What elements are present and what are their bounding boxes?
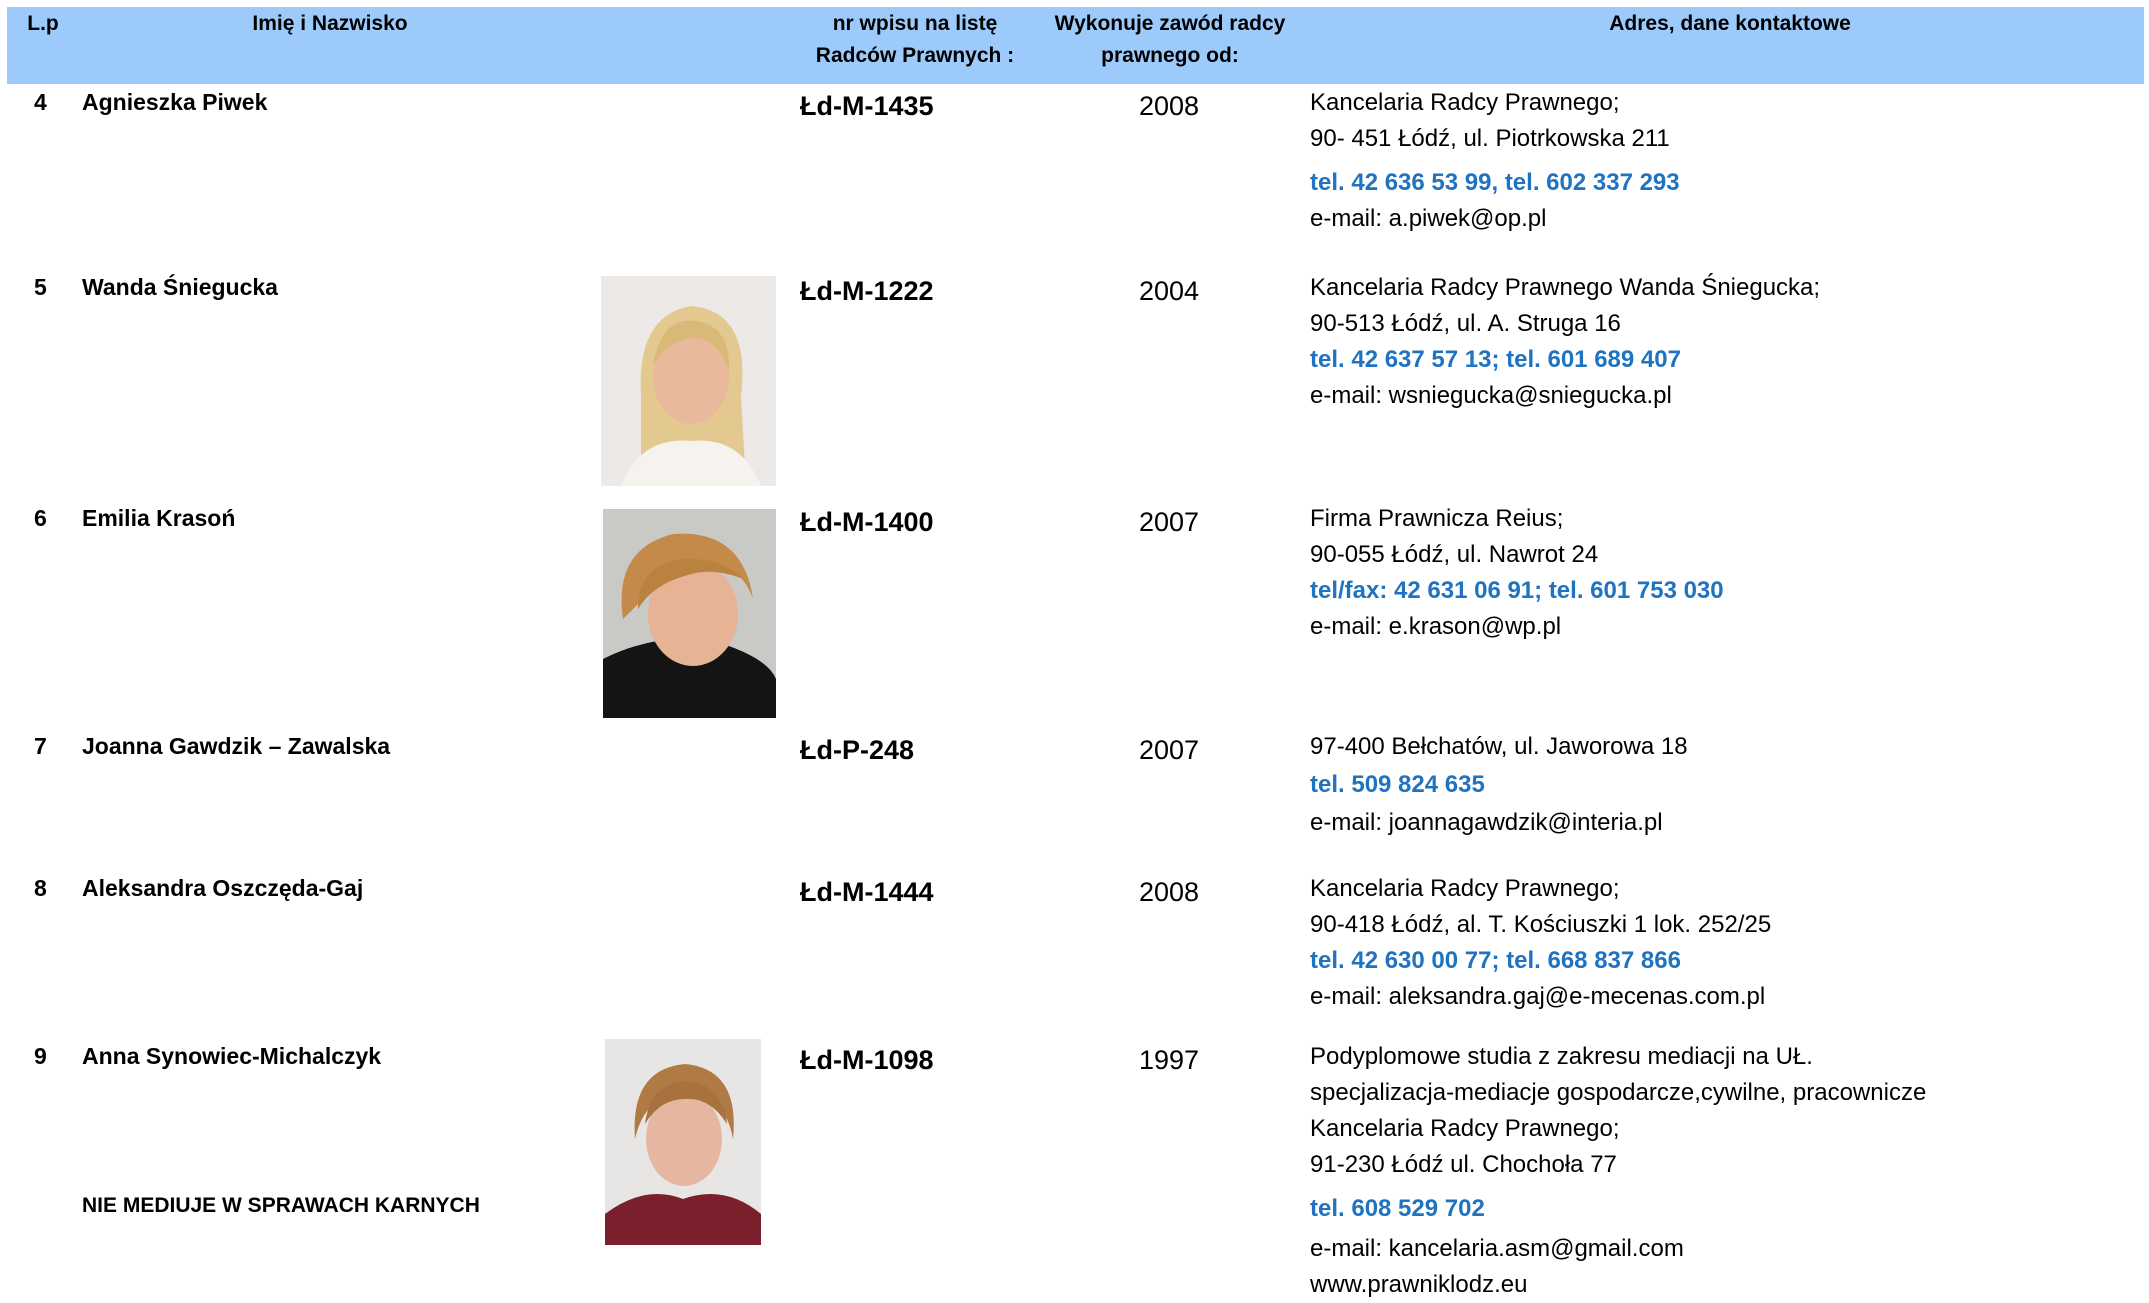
person-photo <box>605 1039 761 1245</box>
registry-number: Łd-M-1444 <box>800 877 934 907</box>
header-registry-number: nr wpisu na listę Radców Prawnych : <box>790 8 1040 72</box>
registry-number: Łd-M-1098 <box>800 1045 934 1075</box>
header-since-line1: Wykonuje zawód radcy <box>1054 12 1286 35</box>
address-line: 90-418 Łódź, al. T. Kościuszki 1 lok. 25… <box>1310 911 1772 938</box>
address-line: specjalizacja-mediacje gospodarcze,cywil… <box>1310 1079 1927 1106</box>
practicing-since-year: 2008 <box>1139 91 1200 121</box>
practicing-since-year: 2007 <box>1139 507 1200 537</box>
address-line: 97-400 Bełchatów, ul. Jaworowa 18 <box>1310 733 1688 760</box>
address-line: 90- 451 Łódź, ul. Piotrkowska 211 <box>1310 125 1670 152</box>
registry-number: Łd-P-248 <box>800 735 915 765</box>
phone-line: tel. 42 630 00 77; tel. 668 837 866 <box>1310 947 1681 974</box>
address-line: 90-055 Łódź, ul. Nawrot 24 <box>1310 541 1599 568</box>
contact-details: 97-400 Bełchatów, ul. Jaworowa 18 tel. 5… <box>1310 729 1688 841</box>
person-name: Aleksandra Oszczęda-Gaj <box>82 875 364 901</box>
address-line: 91-230 Łódź ul. Chochoła 77 <box>1310 1151 1617 1178</box>
contact-details: Podyplomowe studia z zakresu mediacji na… <box>1310 1039 1926 1303</box>
person-name: Anna Synowiec-Michalczyk <box>82 1043 382 1069</box>
address-line: Kancelaria Radcy Prawnego Wanda Śnieguck… <box>1310 274 1821 301</box>
practicing-since-year: 2007 <box>1139 735 1200 765</box>
address-line: Kancelaria Radcy Prawnego; <box>1310 875 1620 902</box>
person-name: Emilia Krasoń <box>82 505 236 531</box>
address-line: Kancelaria Radcy Prawnego; <box>1310 89 1620 116</box>
phone-line: tel. 608 529 702 <box>1310 1195 1485 1222</box>
address-line: 90-513 Łódź, ul. A. Struga 16 <box>1310 310 1621 337</box>
row-number: 6 <box>34 505 47 531</box>
header-practicing-since: Wykonuje zawód radcy prawnego od: <box>1040 8 1300 72</box>
row-number: 8 <box>34 875 47 901</box>
contact-details: Kancelaria Radcy Prawnego; 90-418 Łódź, … <box>1310 871 1771 1015</box>
header-contact: Adres, dane kontaktowe <box>1609 12 1851 35</box>
contact-details: Kancelaria Radcy Prawnego; 90- 451 Łódź,… <box>1310 85 1680 237</box>
email-line: e-mail: e.krason@wp.pl <box>1310 613 1562 640</box>
person-photo <box>603 509 776 718</box>
person-name: Wanda Śniegucka <box>82 274 278 300</box>
header-lp: L.p <box>27 12 59 35</box>
address-line: Podyplomowe studia z zakresu mediacji na… <box>1310 1043 1813 1070</box>
email-line: e-mail: joannagawdzik@interia.pl <box>1310 809 1663 836</box>
row-number: 9 <box>34 1043 47 1069</box>
email-line: e-mail: a.piwek@op.pl <box>1310 205 1547 232</box>
person-name: Joanna Gawdzik – Zawalska <box>82 733 391 759</box>
mediation-note: NIE MEDIUJE W SPRAWACH KARNYCH <box>82 1194 480 1217</box>
email-line: e-mail: aleksandra.gaj@e-mecenas.com.pl <box>1310 983 1766 1010</box>
header-since-line2: prawnego od: <box>1101 44 1239 67</box>
header-name: Imię i Nazwisko <box>252 12 408 35</box>
email-line: e-mail: kancelaria.asm@gmail.com <box>1310 1235 1684 1262</box>
contact-details: Kancelaria Radcy Prawnego Wanda Śnieguck… <box>1310 270 1820 414</box>
row-number: 7 <box>34 733 47 759</box>
person-photo <box>601 276 776 486</box>
registry-number: Łd-M-1435 <box>800 91 934 121</box>
address-line: Kancelaria Radcy Prawnego; <box>1310 1115 1620 1142</box>
practicing-since-year: 2008 <box>1139 877 1200 907</box>
header-registry-line1: nr wpisu na listę <box>832 12 998 35</box>
practicing-since-year: 2004 <box>1139 276 1200 306</box>
phone-line: tel/fax: 42 631 06 91; tel. 601 753 030 <box>1310 577 1724 604</box>
registry-number: Łd-M-1400 <box>800 507 934 537</box>
phone-line: tel. 42 637 57 13; tel. 601 689 407 <box>1310 346 1681 373</box>
registry-number: Łd-M-1222 <box>800 276 934 306</box>
phone-line: tel. 509 824 635 <box>1310 771 1485 798</box>
email-line: e-mail: wsniegucka@sniegucka.pl <box>1310 382 1672 409</box>
address-line: Firma Prawnicza Reius; <box>1310 505 1564 532</box>
contact-details: Firma Prawnicza Reius; 90-055 Łódź, ul. … <box>1310 501 1724 645</box>
header-registry-line2: Radców Prawnych : <box>815 44 1015 67</box>
row-number: 4 <box>34 89 47 115</box>
practicing-since-year: 1997 <box>1139 1045 1200 1075</box>
phone-line: tel. 42 636 53 99, tel. 602 337 293 <box>1310 169 1680 196</box>
person-name: Agnieszka Piwek <box>82 89 268 115</box>
row-number: 5 <box>34 274 47 300</box>
